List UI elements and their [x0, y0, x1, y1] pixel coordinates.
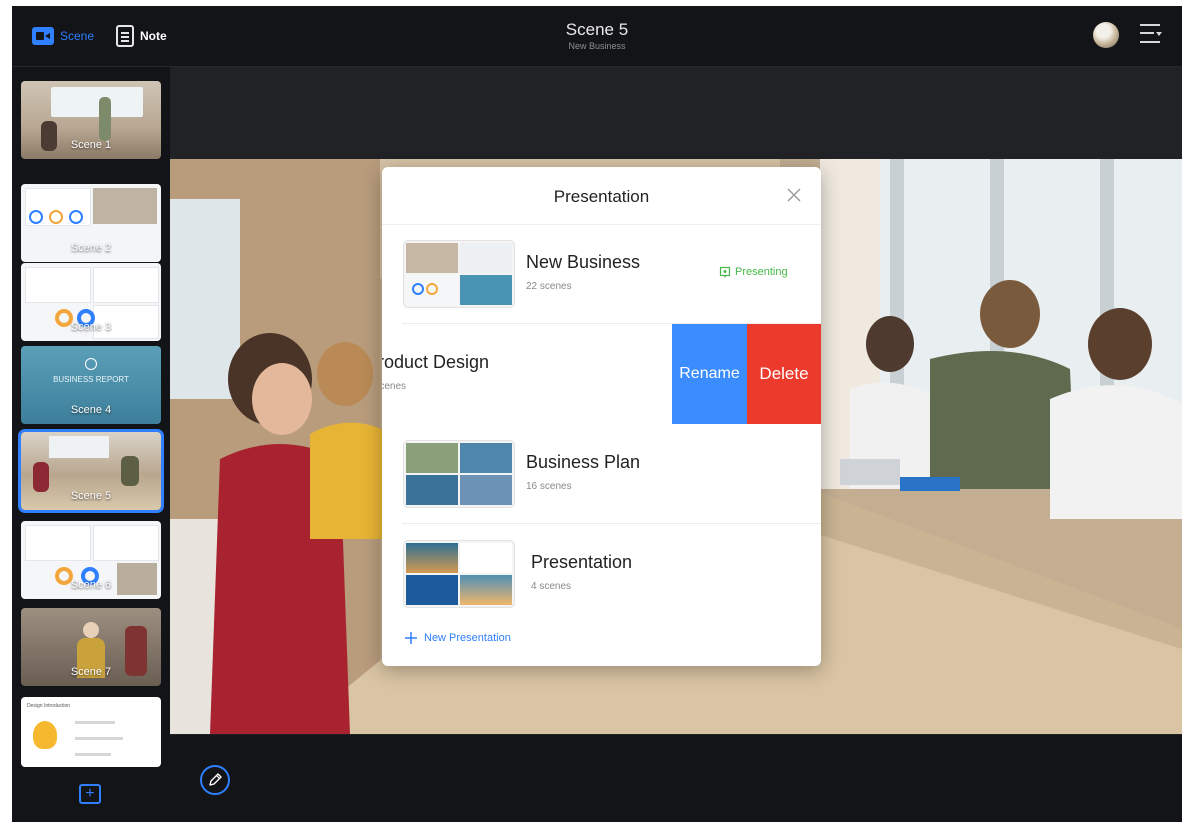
- close-button[interactable]: [784, 185, 804, 205]
- presentation-thumbnail: [404, 541, 514, 607]
- page-title: Scene 5: [565, 20, 629, 39]
- scene-sidebar: Scene 1 Scene 2 Scene 3 BUSINESS REPORT …: [12, 67, 170, 822]
- scene-thumbnail-4[interactable]: BUSINESS REPORT Scene 4: [21, 346, 161, 424]
- scene-8-heading: Design Introduction: [27, 703, 71, 709]
- scene-label: Scene 6: [70, 579, 112, 591]
- pen-icon: [209, 773, 222, 786]
- presentation-thumbnail: [404, 441, 514, 507]
- presentation-scene-count: 22 scenes: [526, 281, 572, 292]
- presentation-name: Business Plan: [526, 452, 641, 472]
- avatar[interactable]: [1093, 22, 1119, 48]
- presenting-icon: [719, 266, 731, 278]
- scene-4-heading: BUSINESS REPORT: [53, 375, 129, 384]
- dialog-header: Presentation: [382, 167, 821, 225]
- presentation-item[interactable]: Business Plan 16 scenes: [382, 424, 821, 524]
- bottom-toolbar: [170, 735, 1182, 822]
- new-presentation-label: New Presentation: [424, 632, 511, 644]
- scene-label: Scene 2: [70, 242, 112, 254]
- scene-thumbnail-2[interactable]: Scene 2: [21, 184, 161, 262]
- plus-icon: +: [85, 785, 95, 802]
- top-bar: Scene Note Scene 5 New Business: [12, 6, 1182, 67]
- presentation-scene-count: 4 scenes: [382, 381, 407, 392]
- presenting-label: Presenting: [735, 266, 788, 278]
- scene-label: Scene 7: [70, 666, 112, 678]
- presentation-name: Product Design: [382, 352, 490, 372]
- scene-label: Scene 1: [70, 139, 112, 151]
- page-subtitle: New Business: [568, 41, 626, 51]
- pen-button[interactable]: [200, 765, 230, 795]
- dialog-title: Presentation: [553, 187, 650, 206]
- presentation-item[interactable]: New Business 22 scenes Presenting: [382, 224, 821, 324]
- app-window: Scene Note Scene 5 New Business Scene 1: [12, 6, 1182, 822]
- presentation-item[interactable]: Product Design 4 scenes Rename Delete: [382, 324, 821, 424]
- presentation-name: Presentation: [531, 552, 633, 572]
- scene-label: Scene 5: [70, 490, 112, 502]
- scene-thumbnail-3[interactable]: Scene 3: [21, 263, 161, 341]
- scene-thumbnail-8[interactable]: Design Introduction: [21, 697, 161, 767]
- presentation-item[interactable]: Presentation 4 scenes: [382, 524, 821, 624]
- scene-thumbnail-6[interactable]: Scene 6: [21, 521, 161, 599]
- title-block: Scene 5 New Business: [12, 20, 1182, 52]
- presentation-thumbnail: [404, 241, 514, 307]
- presentation-name: New Business: [526, 252, 641, 272]
- scene-label: Scene 3: [70, 321, 112, 333]
- delete-button[interactable]: Delete: [747, 324, 821, 424]
- new-presentation-button[interactable]: New Presentation: [404, 631, 511, 645]
- scene-thumbnail-5[interactable]: Scene 5: [21, 432, 161, 510]
- presentation-scene-count: 4 scenes: [531, 581, 572, 592]
- scene-thumbnail-7[interactable]: Scene 7: [21, 608, 161, 686]
- scene-thumbnail-1[interactable]: Scene 1: [21, 81, 161, 159]
- add-scene-button[interactable]: +: [79, 784, 101, 804]
- menu-icon[interactable]: [1140, 22, 1162, 46]
- plus-icon: [405, 632, 417, 644]
- scene-label: Scene 4: [70, 404, 112, 416]
- presentation-dialog: Presentation New Business 22 scenes Pres…: [382, 167, 821, 666]
- close-icon: [787, 188, 801, 202]
- rename-button[interactable]: Rename: [672, 324, 747, 424]
- presenting-badge: Presenting: [719, 266, 788, 278]
- presentation-scene-count: 16 scenes: [526, 481, 572, 492]
